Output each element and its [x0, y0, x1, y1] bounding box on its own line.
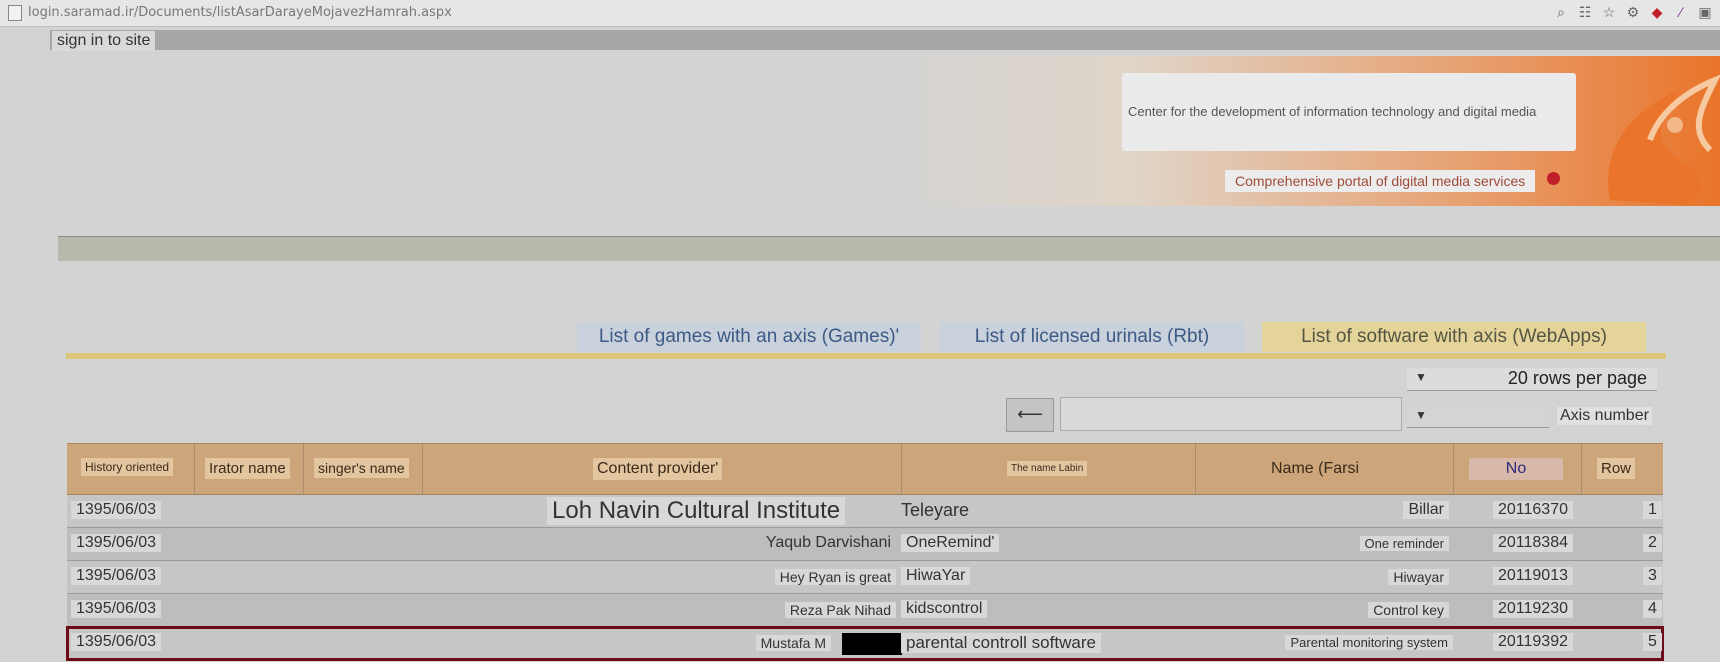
redacted-block [842, 633, 902, 655]
translate-icon[interactable]: ☷ [1576, 3, 1594, 21]
cell-provider: Reza Pak Nihad [784, 602, 896, 618]
column-divider [901, 444, 902, 494]
column-divider [1195, 444, 1196, 494]
extension-icon[interactable]: ⚙ [1624, 3, 1642, 21]
pen-icon[interactable]: ∕ [1672, 3, 1690, 21]
tab-games[interactable]: List of games with an axis (Games)' [577, 322, 921, 352]
column-divider [194, 444, 195, 494]
site-logo [1608, 74, 1720, 205]
cell-latin-name: parental controll software [901, 633, 1101, 653]
table-row[interactable]: 1395/06/03 Loh Navin Cultural Institute … [67, 495, 1663, 528]
cell-row: 5 [1643, 633, 1662, 651]
cell-provider: Loh Navin Cultural Institute [547, 497, 846, 525]
tab-webapps[interactable]: List of software with axis (WebApps) [1262, 322, 1646, 352]
cell-date: 1395/06/03 [71, 567, 162, 585]
cell-no: 20119230 [1493, 600, 1573, 618]
header-farsi-name[interactable]: Name (Farsi [1267, 458, 1363, 480]
cell-row: 2 [1643, 534, 1662, 552]
cell-row: 3 [1643, 567, 1662, 585]
center-name: Center for the development of informatio… [1128, 104, 1537, 119]
cell-provider: Hey Ryan is great [774, 569, 896, 585]
portal-link[interactable]: Comprehensive portal of digital media se… [1225, 170, 1536, 192]
browser-address-bar[interactable]: login.saramad.ir/Documents/listAsarDaray… [0, 0, 1720, 27]
cell-latin-name: kidscontrol [901, 600, 988, 618]
top-nav-bar [50, 30, 1720, 50]
header-no[interactable]: No [1469, 458, 1563, 480]
table-row[interactable]: 1395/06/03 Reza Pak Nihad kidscontrol Co… [67, 594, 1663, 627]
cell-row: 4 [1643, 600, 1662, 618]
dropdown-arrow-icon: ▼ [1415, 408, 1427, 422]
signin-link[interactable]: sign in to site [52, 31, 156, 51]
axis-number-label: Axis number [1557, 407, 1652, 425]
table-row[interactable]: 1395/06/03 Hey Ryan is great HiwaYar Hiw… [67, 561, 1663, 594]
header-latin-name[interactable]: The name Labin [1007, 461, 1088, 476]
menu-bar [58, 236, 1720, 261]
cell-provider: Yaqub Darvishani [765, 534, 891, 551]
axis-number-select[interactable]: ▼ [1407, 405, 1549, 428]
cell-provider: Mustafa M [755, 635, 831, 651]
browser-toolbar-icons: ⌕ ☷ ☆ ⚙ ◆ ∕ ▣ [1552, 3, 1714, 21]
cell-latin-name: OneRemind' [901, 534, 1000, 552]
cell-no: 20116370 [1493, 501, 1573, 519]
rows-per-page-select[interactable]: ▼ 20 rows per page [1407, 368, 1657, 391]
dropdown-arrow-icon: ▼ [1415, 370, 1427, 384]
header-singer[interactable]: singer's name [314, 458, 409, 478]
column-divider [1581, 444, 1582, 494]
cell-farsi-name: Hiwayar [1388, 569, 1449, 585]
column-divider [422, 444, 423, 494]
star-icon[interactable]: ☆ [1600, 3, 1618, 21]
header-row[interactable]: Row [1597, 458, 1636, 479]
cell-farsi-name: Control key [1368, 602, 1449, 618]
tab-rbt[interactable]: List of licensed urinals (Rbt) [940, 322, 1244, 352]
zoom-icon[interactable]: ⌕ [1552, 3, 1570, 21]
cell-farsi-name: Parental monitoring system [1285, 635, 1453, 650]
shield-icon[interactable]: ◆ [1648, 3, 1666, 21]
header-narrator[interactable]: Irator name [205, 458, 290, 479]
portal-dot-icon [1547, 172, 1560, 185]
tab-underline [66, 353, 1666, 359]
camera-icon[interactable]: ▣ [1696, 3, 1714, 21]
software-table: History oriented Irator name singer's na… [66, 443, 1664, 661]
cell-latin-name: HiwaYar [901, 567, 971, 585]
cell-farsi-name: Billar [1403, 501, 1449, 519]
table-header: History oriented Irator name singer's na… [67, 443, 1663, 495]
header-history[interactable]: History oriented [81, 458, 174, 476]
column-divider [303, 444, 304, 494]
cell-date: 1395/06/03 [71, 600, 162, 618]
cell-date: 1395/06/03 [71, 534, 162, 552]
cell-no: 20118384 [1493, 534, 1573, 552]
cell-no: 20119013 [1493, 567, 1573, 585]
table-row-selected[interactable]: 1395/06/03 Mustafa M parental controll s… [66, 626, 1664, 661]
table-row[interactable]: 1395/06/03 Yaqub Darvishani OneRemind' O… [67, 528, 1663, 561]
cell-date: 1395/06/03 [71, 501, 162, 519]
search-input[interactable] [1060, 397, 1402, 431]
page-icon [8, 5, 22, 21]
cell-latin-name: Teleyare [901, 500, 970, 520]
cell-row: 1 [1643, 501, 1662, 519]
header-provider[interactable]: Content provider' [593, 458, 723, 480]
url-text[interactable]: login.saramad.ir/Documents/listAsarDaray… [28, 5, 452, 20]
cell-farsi-name: One reminder [1359, 536, 1449, 551]
cell-date: 1395/06/03 [71, 633, 162, 651]
cell-no: 20119392 [1493, 633, 1573, 651]
search-button[interactable]: ⟵ [1006, 398, 1054, 432]
column-divider [1453, 444, 1454, 494]
